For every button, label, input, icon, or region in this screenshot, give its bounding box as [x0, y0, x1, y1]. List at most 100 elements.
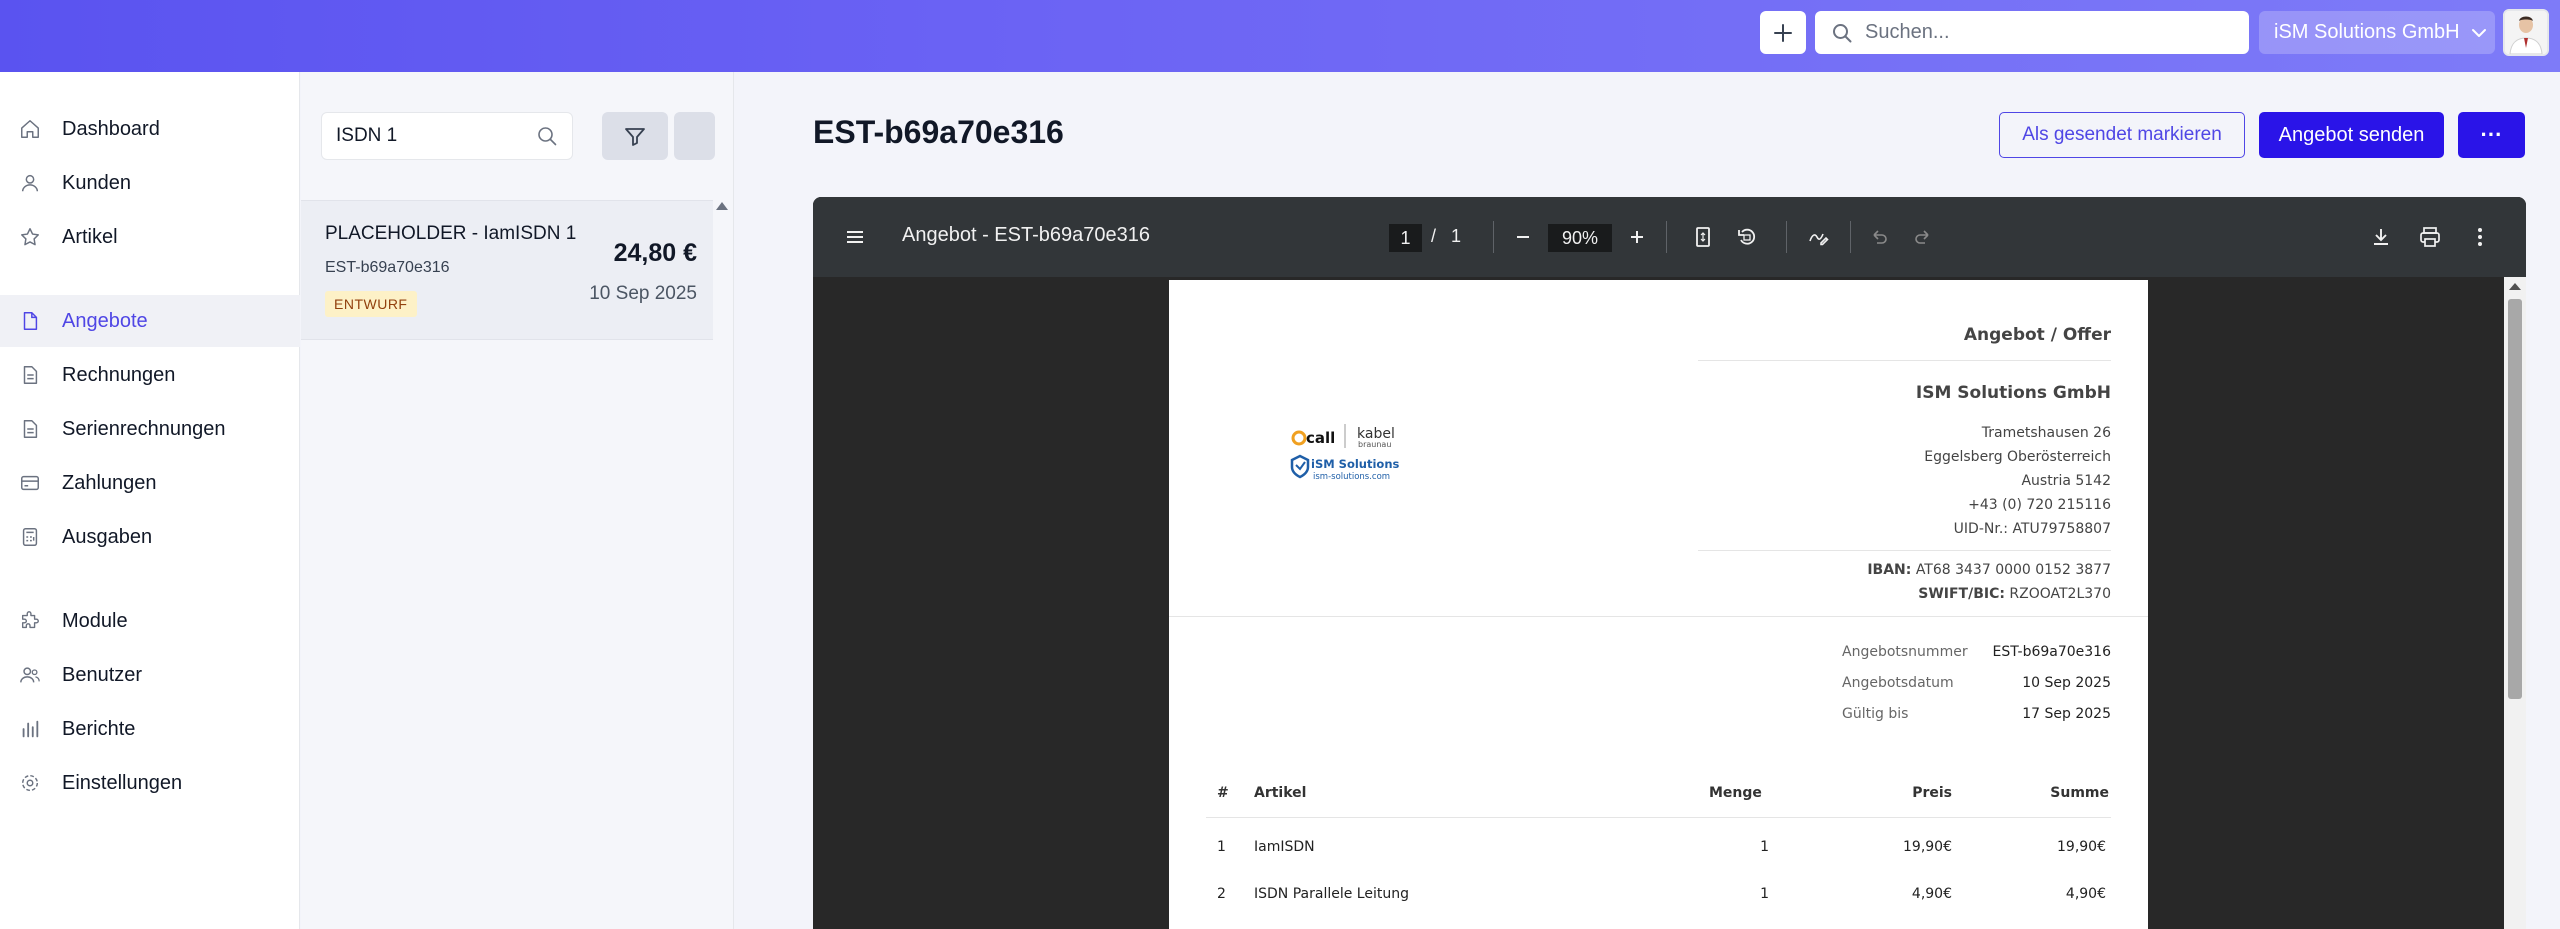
sidebar-item-kunden[interactable]: Kunden — [0, 157, 300, 209]
list-search[interactable] — [321, 112, 573, 160]
sidebar-item-label: Artikel — [62, 225, 118, 248]
offer-list-panel: PLACEHOLDER - IamISDN 1 EST-b69a70e316 E… — [301, 72, 734, 929]
users-icon — [18, 663, 42, 687]
sidebar-item-ausgaben[interactable]: Ausgaben — [0, 511, 300, 563]
table-cell: 4,90€ — [1911, 886, 1952, 902]
iban-value: AT68 3437 0000 0152 3877 — [1915, 562, 2111, 578]
sidebar-item-label: Benutzer — [62, 663, 143, 686]
search-icon — [1833, 23, 1852, 42]
global-search-input[interactable] — [1865, 21, 2225, 44]
sidebar-item-angebote[interactable]: Angebote — [0, 295, 300, 347]
global-search[interactable] — [1815, 11, 2249, 54]
company-name: ISM Solutions GmbH — [1915, 383, 2111, 403]
bar-chart-icon — [18, 717, 42, 741]
sidebar-item-label: Rechnungen — [62, 363, 176, 386]
table-cell: ISDN Parallele Leitung — [1254, 886, 1409, 902]
list-item-title: PLACEHOLDER - IamISDN 1 — [325, 223, 577, 244]
logo-url-text: ism-solutions.com — [1313, 472, 1390, 482]
meta-label: Gültig bis — [1842, 706, 1909, 722]
list-search-input[interactable] — [336, 125, 526, 147]
list-item-amount: 24,80 € — [613, 239, 697, 267]
add-button[interactable] — [1760, 11, 1806, 54]
zoom-in-icon[interactable] — [1625, 225, 1649, 249]
toolbar-divider — [1493, 221, 1494, 253]
rotate-icon[interactable] — [1735, 225, 1759, 249]
sidebar-item-label: Berichte — [62, 717, 136, 740]
download-icon[interactable] — [2369, 225, 2393, 249]
sidebar-item-rechnungen[interactable]: Rechnungen — [0, 349, 300, 401]
sidebar-item-label: Ausgaben — [62, 525, 153, 548]
filter-button[interactable] — [602, 112, 668, 160]
sidebar-item-artikel[interactable]: Artikel — [0, 211, 300, 263]
table-cell: 1 — [1217, 839, 1226, 855]
page-number-input[interactable]: 1 — [1389, 224, 1422, 252]
chevron-down-icon — [2471, 28, 2486, 37]
page-title: EST-b69a70e316 — [813, 114, 1064, 150]
page-separator: / — [1431, 226, 1437, 246]
sidebar-item-label: Module — [62, 609, 128, 632]
print-icon[interactable] — [2418, 225, 2442, 249]
offer-heading: Angebot / Offer — [1963, 325, 2111, 345]
sidebar: Dashboard Kunden Artikel Angebote Rechnu… — [0, 72, 300, 929]
sidebar-item-zahlungen[interactable]: Zahlungen — [0, 457, 300, 509]
more-vertical-icon[interactable] — [2468, 225, 2492, 249]
list-item[interactable]: PLACEHOLDER - IamISDN 1 EST-b69a70e316 E… — [301, 200, 713, 340]
pdf-scrollbar[interactable] — [2504, 277, 2526, 929]
send-offer-button[interactable]: Angebot senden — [2259, 112, 2444, 158]
menu-icon[interactable] — [843, 225, 867, 249]
puzzle-icon — [18, 609, 42, 633]
list-options-button[interactable] — [674, 112, 715, 160]
meta-value: EST-b69a70e316 — [1992, 644, 2111, 660]
toolbar-divider — [1850, 221, 1851, 253]
table-divider — [1206, 817, 2111, 818]
zoom-level-input[interactable]: 90% — [1548, 224, 1612, 252]
table-header: Summe — [2050, 785, 2109, 801]
zoom-out-icon[interactable] — [1511, 225, 1535, 249]
table-cell: 4,90€ — [2065, 886, 2106, 902]
gear-icon — [18, 771, 42, 795]
fit-page-icon[interactable] — [1691, 225, 1715, 249]
table-cell: 1 — [1760, 886, 1769, 902]
sidebar-item-benutzer[interactable]: Benutzer — [0, 649, 300, 701]
table-cell: 19,90€ — [2057, 839, 2106, 855]
divider — [1698, 360, 2111, 361]
toolbar-divider — [1666, 221, 1667, 253]
sidebar-item-berichte[interactable]: Berichte — [0, 703, 300, 755]
more-actions-button[interactable]: ··· — [2458, 112, 2525, 158]
redo-icon[interactable] — [1911, 225, 1935, 249]
company-logo: call kabel braunau iSM Solutions ism-sol… — [1289, 418, 1429, 493]
sidebar-item-serienrechnungen[interactable]: Serienrechnungen — [0, 403, 300, 455]
star-icon — [18, 225, 42, 249]
meta-value: 17 Sep 2025 — [2022, 706, 2111, 722]
home-icon — [18, 117, 42, 141]
sidebar-item-module[interactable]: Module — [0, 595, 300, 647]
top-bar: iSM Solutions GmbH — [0, 0, 2560, 72]
table-header: Preis — [1912, 785, 1952, 801]
logo-braunau-text: braunau — [1358, 440, 1391, 449]
sidebar-item-label: Dashboard — [62, 117, 160, 140]
table-header: Menge — [1709, 785, 1762, 801]
table-cell: 2 — [1217, 886, 1226, 902]
swift-value: RZOOAT2L370 — [2009, 586, 2111, 602]
sidebar-item-label: Einstellungen — [62, 771, 183, 794]
logo-call-text: call — [1306, 429, 1335, 447]
list-scroll-up-arrow[interactable] — [716, 202, 728, 210]
sidebar-item-dashboard[interactable]: Dashboard — [0, 103, 300, 155]
scroll-up-arrow[interactable] — [2509, 283, 2521, 290]
iban-label: IBAN: — [1867, 562, 1912, 578]
undo-icon[interactable] — [1867, 225, 1891, 249]
scrollbar-thumb[interactable] — [2508, 299, 2522, 699]
page-total: 1 — [1451, 226, 1462, 246]
user-avatar[interactable] — [2503, 9, 2549, 56]
divider — [1169, 616, 2148, 617]
plus-icon — [1774, 23, 1792, 42]
mark-as-sent-button[interactable]: Als gesendet markieren — [1999, 112, 2245, 158]
credit-card-icon — [18, 471, 42, 495]
annotate-icon[interactable] — [1806, 225, 1830, 249]
meta-label: Angebotsnummer — [1842, 644, 1968, 660]
sidebar-item-einstellungen[interactable]: Einstellungen — [0, 757, 300, 809]
company-switcher[interactable]: iSM Solutions GmbH — [2259, 11, 2495, 54]
list-item-date: 10 Sep 2025 — [589, 283, 697, 304]
calculator-icon — [18, 525, 42, 549]
table-cell: 19,90€ — [1903, 839, 1952, 855]
